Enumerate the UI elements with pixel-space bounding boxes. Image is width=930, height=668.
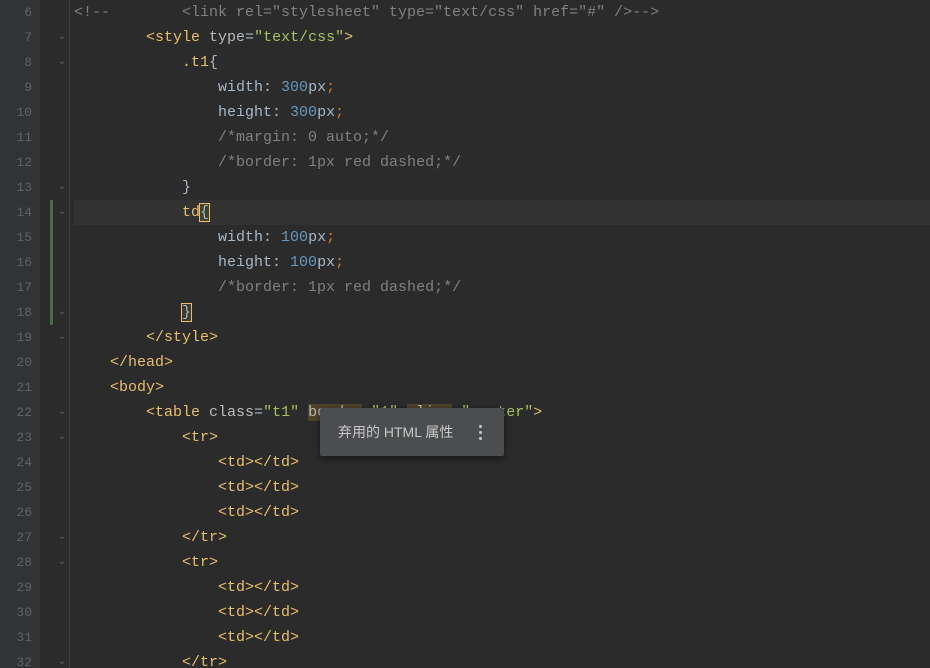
line-number: 11 [0, 125, 40, 150]
code-line[interactable]: width: 100px; [74, 225, 930, 250]
code-editor[interactable]: 6789101112131415161718192021222324252627… [0, 0, 930, 668]
line-number: 24 [0, 450, 40, 475]
code-line[interactable]: .t1{ [74, 50, 930, 75]
code-line[interactable]: /*border: 1px red dashed;*/ [74, 275, 930, 300]
line-number: 23 [0, 425, 40, 450]
code-line[interactable]: </style> [74, 325, 930, 350]
line-number: 27 [0, 525, 40, 550]
line-number: 31 [0, 625, 40, 650]
fold-toggle-icon[interactable]: ⌄ [58, 558, 68, 568]
tooltip-text: 弃用的 HTML 属性 [338, 422, 453, 442]
line-number: 12 [0, 150, 40, 175]
code-line[interactable]: height: 300px; [74, 100, 930, 125]
code-line[interactable]: </head> [74, 350, 930, 375]
line-number: 17 [0, 275, 40, 300]
line-number: 18 [0, 300, 40, 325]
line-number: 25 [0, 475, 40, 500]
line-number: 29 [0, 575, 40, 600]
line-number: 30 [0, 600, 40, 625]
code-line[interactable]: <style type="text/css"> [74, 25, 930, 50]
line-number: 7 [0, 25, 40, 50]
line-number: 22 [0, 400, 40, 425]
code-line[interactable]: <td></td> [74, 575, 930, 600]
line-number: 8 [0, 50, 40, 75]
code-line[interactable]: /*border: 1px red dashed;*/ [74, 150, 930, 175]
fold-toggle-icon[interactable]: ⌄ [58, 433, 68, 443]
line-number: 14 [0, 200, 40, 225]
code-line[interactable]: width: 300px; [74, 75, 930, 100]
code-line[interactable]: <td></td> [74, 625, 930, 650]
code-line[interactable]: height: 100px; [74, 250, 930, 275]
line-number: 13 [0, 175, 40, 200]
fold-toggle-icon[interactable]: ⌄ [58, 658, 68, 668]
code-line[interactable]: <td></td> [74, 600, 930, 625]
code-line[interactable]: td{ [74, 200, 930, 225]
code-line[interactable]: } [74, 300, 930, 325]
code-line[interactable]: <td></td> [74, 475, 930, 500]
code-line[interactable]: <body> [74, 375, 930, 400]
line-number: 20 [0, 350, 40, 375]
fold-column[interactable]: ⌄ ⌄ ⌄ ⌄ ⌄ ⌄ ⌄ ⌄ ⌄ ⌄ ⌄ [40, 0, 70, 668]
code-area[interactable]: <!-- <link rel="stylesheet" type="text/c… [70, 0, 930, 668]
fold-toggle-icon[interactable]: ⌄ [58, 58, 68, 68]
line-number: 9 [0, 75, 40, 100]
line-number: 6 [0, 0, 40, 25]
line-number: 16 [0, 250, 40, 275]
line-number: 15 [0, 225, 40, 250]
fold-toggle-icon[interactable]: ⌄ [58, 533, 68, 543]
deprecated-attribute-tooltip[interactable]: 弃用的 HTML 属性 [320, 408, 504, 456]
fold-toggle-icon[interactable]: ⌄ [58, 308, 68, 318]
fold-toggle-icon[interactable]: ⌄ [58, 333, 68, 343]
fold-toggle-icon[interactable]: ⌄ [58, 33, 68, 43]
code-line[interactable]: /*margin: 0 auto;*/ [74, 125, 930, 150]
more-actions-icon[interactable] [475, 421, 486, 444]
code-line[interactable]: </tr> [74, 650, 930, 668]
line-number-gutter: 6789101112131415161718192021222324252627… [0, 0, 40, 668]
line-number: 19 [0, 325, 40, 350]
code-line[interactable]: <tr> [74, 550, 930, 575]
fold-toggle-icon[interactable]: ⌄ [58, 208, 68, 218]
code-line[interactable]: } [74, 175, 930, 200]
line-number: 26 [0, 500, 40, 525]
line-number: 21 [0, 375, 40, 400]
code-line[interactable]: <td></td> [74, 500, 930, 525]
fold-toggle-icon[interactable]: ⌄ [58, 183, 68, 193]
line-number: 28 [0, 550, 40, 575]
fold-toggle-icon[interactable]: ⌄ [58, 408, 68, 418]
line-number: 32 [0, 650, 40, 668]
code-line[interactable]: <!-- <link rel="stylesheet" type="text/c… [74, 0, 930, 25]
code-line[interactable]: </tr> [74, 525, 930, 550]
line-number: 10 [0, 100, 40, 125]
